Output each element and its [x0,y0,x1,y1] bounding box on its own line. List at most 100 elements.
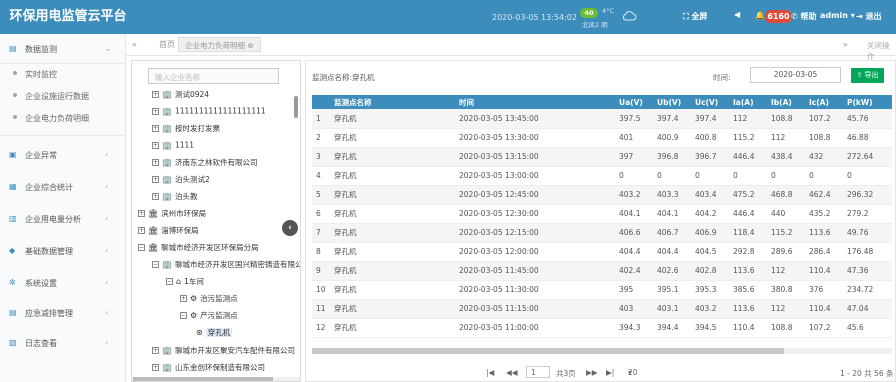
expand-icon[interactable]: + [152,364,159,371]
scroll-tabs-right-icon[interactable]: » [843,40,848,49]
close-operations-button[interactable]: 关闭操作 [867,40,896,62]
date-input[interactable]: 2020-03-05 [750,67,841,83]
tree-scroll-thumb[interactable] [133,377,273,381]
column-header[interactable]: Ia(A) [729,95,767,109]
sidebar-item-stats[interactable]: ▦ 企业综合统计 ‹ [0,172,125,202]
table-row[interactable]: 7 穿孔机 2020-03-05 12:15:00 406.6 406.7 406.9 11… [312,223,892,243]
logout-button[interactable]: ⇥ 退出 [856,11,882,22]
tree-node[interactable]: + 🏢 济南东之林软件有限公司 [152,157,257,173]
expand-icon[interactable]: + [152,193,159,200]
table-row[interactable]: 4 穿孔机 2020-03-05 13:00:00 0 0 0 0 0 0 0 [312,166,892,186]
expand-icon[interactable]: + [138,227,145,234]
table-row[interactable]: 10 穿孔机 2020-03-05 11:30:00 395 395.1 395.3 385… [312,280,892,300]
column-header[interactable]: 时间 [455,95,615,109]
expand-icon[interactable]: + [152,159,159,166]
tree-node[interactable]: + 🏢 1111 [152,140,194,156]
tree-node[interactable]: + 🏢 1111111111111111111 [152,106,266,122]
page-number-input[interactable]: 1 [526,366,550,378]
table-cell: 432 [805,147,843,167]
tree-node[interactable]: + 🏛 滨州市环保局 [138,208,206,224]
table-scroll-thumb[interactable] [312,348,784,354]
sidebar-item-emergency[interactable]: ▤ 应急减排管理 ‹ [0,298,125,328]
user-menu[interactable]: admin ▾ [820,11,855,20]
expand-icon[interactable]: + [138,210,145,217]
tab-load-detail[interactable]: 企业电力负荷明细 ⊗ [178,37,261,52]
expand-icon[interactable]: + [152,347,159,354]
prev-page-icon[interactable]: ◀◀ [506,368,518,377]
column-header[interactable]: Ib(A) [767,95,805,109]
caret-down-icon: ▾ [847,11,855,20]
collapse-icon[interactable]: − [166,278,173,285]
sidebar-item-settings[interactable]: ✲ 系统设置 ‹ [0,268,125,298]
page-size-select[interactable]: 20 ▾ [628,368,638,377]
tree-node[interactable]: + 🏢 山东金创环保制造有限公司 [152,362,265,378]
tree-node[interactable]: + 🏢 聊城市开发区聚安汽车配件有限公司 [152,345,295,361]
help-button[interactable]: ✆ 帮助 [791,11,817,22]
sidebar-subitem-realtime[interactable]: 实时监控 [0,64,125,84]
sidebar-item-anomaly[interactable]: ▣ 企业异常 ‹ [0,140,125,170]
sidebar-subitem-load-detail[interactable]: 企业电力负荷明细 [0,108,125,128]
table-cell: 435.2 [805,204,843,224]
column-header[interactable]: Ua(V) [615,95,653,109]
tree-node-label: 1111 [174,140,195,150]
collapse-panel-button[interactable]: ‹ [282,220,298,236]
monitor-point-title: 监测点名称:穿孔机 [312,73,375,82]
expand-icon[interactable]: + [152,141,159,149]
tree-node[interactable]: + 🏢 泊头测试2 [152,174,210,190]
expand-icon[interactable]: + [152,176,159,183]
last-page-icon[interactable]: ▶| [606,368,614,377]
tree-node-label: 聊城市经济开发区环保局分局 [161,243,259,252]
sidebar-subitem-facility[interactable]: 企业设施运行数据 [0,86,125,106]
first-page-icon[interactable]: |◀ [486,368,494,377]
table-row[interactable]: 9 穿孔机 2020-03-05 11:45:00 402.4 402.6 402.8 11… [312,261,892,281]
collapse-icon[interactable]: − [180,312,187,319]
column-header[interactable]: Ic(A) [805,95,843,109]
tree-node[interactable]: − ⚙ 产污监测点 [180,310,238,326]
fullscreen-button[interactable]: ⛶ 全屏 [683,11,707,22]
tree-node[interactable]: + 🏛 淄博环保局 [138,225,199,241]
export-button[interactable]: ⇪ 导出 [851,68,884,83]
table-row[interactable]: 3 穿孔机 2020-03-05 13:15:00 397 396.8 396.7 446.… [312,147,892,167]
expand-icon[interactable]: + [152,125,159,132]
tree-node-selected[interactable]: ⊛ 穿孔机 [196,327,233,343]
scroll-tabs-left-icon[interactable]: « [132,40,137,49]
close-icon[interactable]: ⊗ [247,41,253,50]
collapse-icon[interactable]: − [138,244,145,251]
tree-node[interactable]: + 🏢 测试0924 [152,89,209,105]
table-row[interactable]: 11 穿孔机 2020-03-05 11:15:00 403 403.1 403.2 113… [312,299,892,319]
enterprise-search-input[interactable]: 输入企业名称 [148,68,279,84]
tree-node[interactable]: − 🏛 聊城市经济开发区环保局分局 [138,242,259,258]
arrow-left-icon[interactable]: ◀ [734,10,740,19]
table-cell: 286.4 [805,242,843,262]
column-header[interactable]: Ub(V) [653,95,691,109]
total-pages-text: 共3页 [556,369,576,378]
table-cell: 110.4 [805,299,843,319]
column-header[interactable]: Uc(V) [691,95,729,109]
sidebar-item-log[interactable]: ▧ 日志查看 ‹ [0,328,125,358]
tree-node[interactable]: + 🏢 泊头教 [152,191,197,207]
expand-icon[interactable]: + [152,107,159,115]
table-row[interactable]: 1 穿孔机 2020-03-05 13:45:00 397.5 397.4 397.4 11… [312,109,892,129]
column-header[interactable]: P(kW) [843,95,892,109]
sidebar-item-power-analysis[interactable]: ▥ 企业用电量分析 ‹ [0,204,125,234]
tree-node[interactable]: + 🏢 按时发打发票 [152,123,220,139]
table-cell: 395 [615,280,653,300]
tree-node[interactable]: + ⚙ 治污监测点 [180,293,238,309]
table-cell: 404.4 [653,242,691,262]
expand-icon[interactable]: + [180,295,187,302]
table-row[interactable]: 8 穿孔机 2020-03-05 12:00:00 404.4 404.4 404.5 29… [312,242,892,262]
tree-vertical-scrollbar[interactable] [294,96,298,118]
tree-node[interactable]: − ⌂ 1车间 [166,276,204,292]
help-label: 帮助 [800,12,817,21]
sidebar-item-basic-data[interactable]: ◆ 基础数据管理 ‹ [0,236,125,266]
table-row[interactable]: 6 穿孔机 2020-03-05 12:30:00 404.1 404.1 404.2 44… [312,204,892,224]
table-row[interactable]: 2 穿孔机 2020-03-05 13:30:00 401 400.9 400.8 115.… [312,128,892,148]
tree-node[interactable]: − 🏢 聊城市经济开发区国兴精密铸造有限公司 [152,259,300,275]
collapse-icon[interactable]: − [152,261,159,268]
expand-icon[interactable]: + [152,91,159,98]
table-row[interactable]: 12 穿孔机 2020-03-05 11:00:00 394.3 394.4 394.5 1… [312,318,892,338]
table-row[interactable]: 5 穿孔机 2020-03-05 12:45:00 403.2 403.3 403.4 47… [312,185,892,205]
column-header[interactable]: 监测点名称 [330,95,455,109]
next-page-icon[interactable]: ▶▶ [586,368,598,377]
sidebar-item-data-monitor[interactable]: ▤ 数据监测 ⌄ [0,34,125,64]
